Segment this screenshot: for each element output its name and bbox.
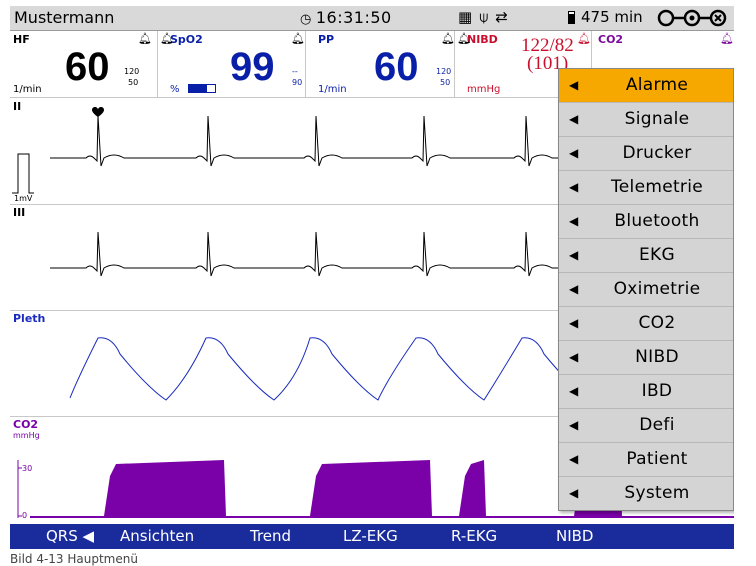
submenu-arrow-icon: ◀ bbox=[569, 316, 579, 330]
pp-value: 60 bbox=[374, 45, 419, 89]
softkey-bar: QRS ◀︎ Ansichten Trend LZ-EKG R-EKG NIBD bbox=[10, 524, 734, 549]
menu-item-label: IBD bbox=[641, 381, 673, 401]
menu-item-label: System bbox=[624, 483, 690, 503]
submenu-arrow-icon: ◀ bbox=[569, 214, 579, 228]
menu-item-label: Drucker bbox=[622, 143, 692, 163]
submenu-arrow-icon: ◀ bbox=[569, 248, 579, 262]
electrode-connection-icon bbox=[657, 9, 727, 27]
spo2-limit-high: -- bbox=[292, 67, 298, 76]
heart-icon bbox=[92, 107, 104, 117]
menu-item-label: Telemetrie bbox=[611, 177, 703, 197]
battery-indicator: 475 min bbox=[568, 8, 643, 26]
alarm-bell-icon: 🔔︎ bbox=[457, 32, 471, 45]
menu-item-label: Signale bbox=[624, 109, 690, 129]
co2-param-label: CO2 bbox=[598, 33, 624, 46]
alarm-bell-icon: 🔔︎ bbox=[138, 32, 152, 45]
menu-item-patient[interactable]: ◀ Patient bbox=[559, 443, 733, 477]
pp-label: PP bbox=[318, 33, 335, 46]
ecg-lead-iii-trace bbox=[50, 231, 558, 277]
hf-value: 60 bbox=[65, 45, 110, 89]
alarm-bell-icon: 🔔︎ bbox=[160, 32, 174, 45]
menu-item-drucker[interactable]: ◀ Drucker bbox=[559, 137, 733, 171]
submenu-arrow-icon: ◀ bbox=[569, 112, 579, 126]
menu-item-label: Oximetrie bbox=[613, 279, 701, 299]
monitor-screen: Mustermann ◷ 16:31:50 ▦ ⍦ ⇄ 475 min HF 🔔︎ 6… bbox=[10, 6, 734, 549]
menu-item-label: Alarme bbox=[625, 75, 689, 95]
softkey-r-ekg[interactable]: R-EKG bbox=[451, 527, 497, 545]
menu-item-system[interactable]: ◀ System bbox=[559, 477, 733, 510]
hf-limit-low: 50 bbox=[128, 78, 139, 87]
submenu-arrow-icon: ◀ bbox=[569, 78, 579, 92]
transfer-icon: ⇄ bbox=[495, 8, 508, 26]
alarm-bell-icon: 🔔︎ bbox=[577, 32, 591, 45]
clock-time: 16:31:50 bbox=[315, 8, 392, 27]
menu-item-label: NIBD bbox=[635, 347, 679, 367]
softkey-ansichten[interactable]: Ansichten bbox=[120, 527, 194, 545]
spo2-value: 99 bbox=[230, 45, 275, 89]
menu-item-ibd[interactable]: ◀ IBD bbox=[559, 375, 733, 409]
menu-item-co2[interactable]: ◀ CO2 bbox=[559, 307, 733, 341]
pp-unit: 1/min bbox=[318, 84, 347, 95]
alarm-bell-icon: 🔔︎ bbox=[441, 32, 455, 45]
hf-unit: 1/min bbox=[13, 84, 42, 95]
alarm-bell-icon: 🔔︎ bbox=[291, 32, 305, 45]
menu-item-signale[interactable]: ◀ Signale bbox=[559, 103, 733, 137]
pp-limit-low: 50 bbox=[440, 78, 451, 87]
telemetry-signal-icon: ⍦ bbox=[479, 8, 489, 26]
figure-caption: Bild 4-13 Hauptmenü bbox=[10, 552, 138, 566]
param-hf[interactable]: HF 🔔︎ 60 120 50 1/min bbox=[10, 31, 158, 97]
softkey-qrs-label: QRS bbox=[46, 527, 78, 545]
param-spo2[interactable]: SpO2 🔔︎ 🔔︎ 99 -- 90 % bbox=[158, 31, 306, 97]
hf-limit-high: 120 bbox=[124, 67, 140, 76]
softkey-qrs[interactable]: QRS ◀︎ bbox=[46, 527, 94, 545]
menu-item-defi[interactable]: ◀ Defi bbox=[559, 409, 733, 443]
clock: ◷ 16:31:50 bbox=[300, 8, 392, 27]
clock-icon: ◷ bbox=[300, 12, 312, 27]
patient-name[interactable]: Mustermann bbox=[14, 8, 114, 27]
softkey-nibd[interactable]: NIBD bbox=[556, 527, 594, 545]
menu-item-label: EKG bbox=[639, 245, 675, 265]
speaker-icon: ◀︎ bbox=[82, 527, 95, 545]
alarm-bell-icon: 🔔︎ bbox=[720, 32, 734, 45]
submenu-arrow-icon: ◀ bbox=[569, 418, 579, 432]
spo2-limit-low: 90 bbox=[292, 78, 303, 87]
nibd-unit: mmHg bbox=[467, 84, 501, 95]
signal-quality-bar bbox=[188, 84, 216, 93]
menu-item-label: Bluetooth bbox=[614, 211, 700, 231]
menu-item-ekg[interactable]: ◀ EKG bbox=[559, 239, 733, 273]
battery-icon bbox=[568, 11, 575, 24]
menu-item-telemetrie[interactable]: ◀ Telemetrie bbox=[559, 171, 733, 205]
param-pp[interactable]: PP 🔔︎ 60 120 50 1/min bbox=[306, 31, 455, 97]
menu-item-label: Defi bbox=[639, 415, 675, 435]
sim-card-icon: ▦ bbox=[458, 8, 473, 26]
softkey-trend[interactable]: Trend bbox=[250, 527, 291, 545]
nibd-label: NIBD bbox=[467, 33, 498, 46]
pleth-trace bbox=[69, 337, 591, 401]
submenu-arrow-icon: ◀ bbox=[569, 180, 579, 194]
submenu-arrow-icon: ◀ bbox=[569, 350, 579, 364]
battery-time: 475 min bbox=[581, 8, 643, 26]
ecg-lead-ii-trace bbox=[50, 115, 558, 167]
status-bar: Mustermann ◷ 16:31:50 ▦ ⍦ ⇄ 475 min bbox=[10, 6, 734, 31]
hf-label: HF bbox=[13, 33, 30, 46]
menu-item-label: Patient bbox=[626, 449, 688, 469]
submenu-arrow-icon: ◀ bbox=[569, 146, 579, 160]
status-icons: ▦ ⍦ ⇄ bbox=[458, 8, 515, 26]
softkey-lz-ekg[interactable]: LZ-EKG bbox=[343, 527, 398, 545]
menu-item-alarme[interactable]: ◀ Alarme bbox=[559, 69, 733, 103]
pp-limit-high: 120 bbox=[436, 67, 452, 76]
submenu-arrow-icon: ◀ bbox=[569, 486, 579, 500]
submenu-arrow-icon: ◀ bbox=[569, 452, 579, 466]
spo2-unit: % bbox=[170, 84, 180, 95]
submenu-arrow-icon: ◀ bbox=[569, 282, 579, 296]
spo2-label: SpO2 bbox=[170, 33, 203, 46]
calibration-pulse bbox=[12, 153, 34, 194]
main-menu: ◀ Alarme ◀ Signale ◀ Drucker ◀ Telemetrie ◀ B… bbox=[558, 68, 734, 511]
menu-item-nibd[interactable]: ◀ NIBD bbox=[559, 341, 733, 375]
menu-item-bluetooth[interactable]: ◀ Bluetooth bbox=[559, 205, 733, 239]
submenu-arrow-icon: ◀ bbox=[569, 384, 579, 398]
menu-item-oximetrie[interactable]: ◀ Oximetrie bbox=[559, 273, 733, 307]
menu-item-label: CO2 bbox=[638, 313, 676, 333]
